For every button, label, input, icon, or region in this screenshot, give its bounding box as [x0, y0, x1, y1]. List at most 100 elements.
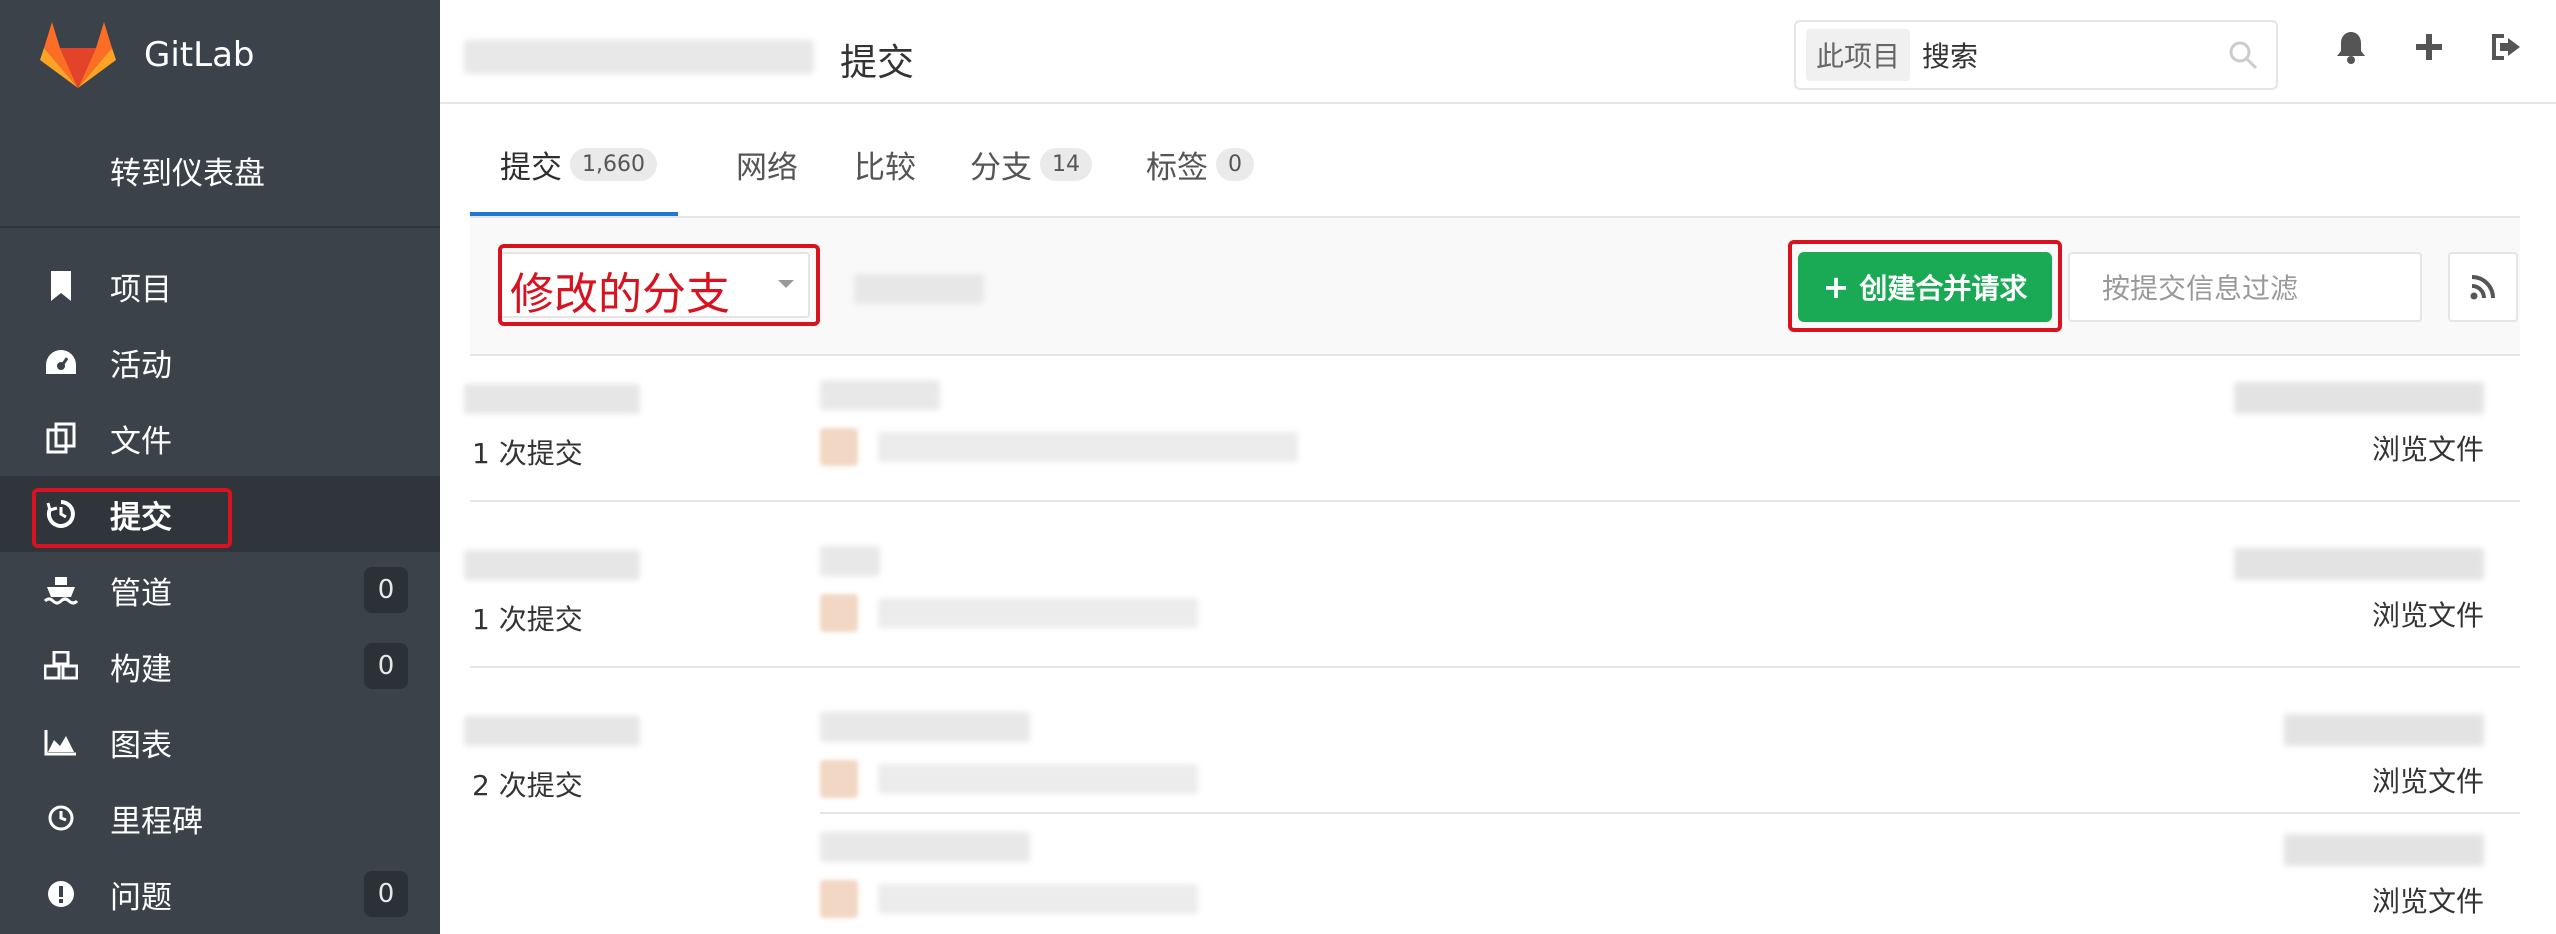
dashboard-icon	[44, 345, 78, 379]
commit-count: 1 次提交	[472, 603, 583, 636]
search-input[interactable]: 搜索	[1922, 35, 1978, 75]
commit-row[interactable]: 浏览文件	[820, 372, 2520, 482]
sidebar-item-label: 图表	[110, 727, 172, 764]
commit-title-redacted	[820, 832, 1030, 862]
date-redacted	[464, 550, 640, 580]
avatar	[820, 428, 858, 466]
page-title: 提交	[840, 41, 914, 84]
sidebar-divider	[0, 226, 440, 228]
main-content: 提交 此项目 搜索 提交 1,660 网络 比较 分支 14 标签 0 修改的分…	[440, 0, 2556, 934]
sidebar-item-milestones[interactable]: 里程碑	[0, 780, 440, 856]
tab-label: 网络	[736, 150, 798, 186]
date-redacted	[464, 716, 640, 746]
gitlab-logo-icon	[40, 22, 116, 88]
sidebar-item-label: 问题	[110, 879, 172, 916]
annotation-highlight-commits	[32, 488, 232, 548]
tab-label: 标签	[1146, 150, 1208, 186]
tab-badge: 14	[1040, 148, 1092, 181]
tab-badge: 1,660	[570, 148, 657, 181]
commits-filter-bar: 修改的分支 + 创建合并请求 按提交信息过滤	[470, 218, 2520, 356]
ship-icon	[44, 573, 78, 607]
sidebar-item-label: 管道	[110, 575, 172, 612]
go-to-dashboard-link[interactable]: 转到仪表盘	[110, 148, 265, 193]
sidebar-item-issues[interactable]: 问题 0	[0, 856, 440, 932]
commit-title-redacted	[820, 712, 1030, 742]
commit-row[interactable]: 浏览文件	[820, 704, 2520, 814]
area-chart-icon	[44, 725, 78, 759]
sidebar: GitLab 转到仪表盘 项目 活动 文件 提交 管道 0 构建 0 图表 里程…	[0, 0, 440, 934]
commit-sha-redacted	[2284, 834, 2484, 866]
count-badge: 0	[364, 871, 408, 917]
avatar	[820, 880, 858, 918]
annotation-highlight-branch	[498, 244, 820, 326]
divider	[470, 666, 2520, 668]
plus-icon[interactable]	[2410, 28, 2448, 66]
commit-message-filter-input[interactable]: 按提交信息过滤	[2068, 252, 2422, 322]
sidebar-item-label: 里程碑	[110, 803, 203, 840]
bell-icon[interactable]	[2332, 28, 2370, 66]
commit-meta-redacted	[878, 598, 1198, 628]
commit-sha-redacted	[2234, 382, 2484, 414]
path-redacted	[854, 274, 984, 304]
count-badge: 0	[364, 643, 408, 689]
commit-sha-redacted	[2234, 548, 2484, 580]
sign-out-icon[interactable]	[2488, 28, 2526, 66]
count-badge: 0	[364, 567, 408, 613]
search-icon	[2229, 41, 2258, 70]
header-bar: 提交 此项目 搜索	[440, 0, 2556, 104]
sidebar-item-pipelines[interactable]: 管道 0	[0, 552, 440, 628]
sidebar-item-projects[interactable]: 项目	[0, 248, 440, 324]
files-icon	[44, 421, 78, 455]
sidebar-item-activity[interactable]: 活动	[0, 324, 440, 400]
active-tab-indicator	[470, 212, 678, 216]
commit-meta-redacted	[878, 432, 1298, 462]
clock-icon	[44, 801, 78, 835]
commit-meta-redacted	[878, 884, 1198, 914]
avatar	[820, 594, 858, 632]
date-redacted	[464, 384, 640, 414]
tab-compare[interactable]: 比较	[854, 142, 916, 187]
header-actions	[2332, 28, 2526, 66]
commit-sha-redacted	[2284, 714, 2484, 746]
tab-tags[interactable]: 标签 0	[1146, 142, 1254, 187]
avatar	[820, 760, 858, 798]
browse-files-link[interactable]: 浏览文件	[2372, 428, 2484, 468]
sidebar-nav: 项目 活动 文件 提交 管道 0 构建 0 图表 里程碑 问题 0	[0, 248, 440, 932]
rss-icon	[2470, 275, 2495, 300]
sub-nav-tabs: 提交 1,660 网络 比较 分支 14 标签 0	[470, 132, 2520, 218]
browse-files-link[interactable]: 浏览文件	[2372, 760, 2484, 800]
tab-label: 提交	[500, 150, 562, 186]
tab-commits[interactable]: 提交 1,660	[500, 142, 657, 187]
exclamation-circle-icon	[44, 877, 78, 911]
bookmark-icon	[44, 269, 78, 303]
commit-count: 2 次提交	[472, 769, 583, 802]
sidebar-item-label: 文件	[110, 423, 172, 460]
commit-row[interactable]: 浏览文件	[820, 538, 2520, 648]
breadcrumb-redacted	[464, 40, 814, 74]
sidebar-item-graphs[interactable]: 图表	[0, 704, 440, 780]
browse-files-link[interactable]: 浏览文件	[2372, 880, 2484, 920]
commit-count: 1 次提交	[472, 437, 583, 470]
brand-name: GitLab	[144, 35, 255, 75]
search-scope-label: 此项目	[1806, 29, 1911, 81]
tab-label: 比较	[854, 150, 916, 186]
sidebar-item-label: 活动	[110, 347, 172, 384]
tab-label: 分支	[970, 150, 1032, 186]
brand[interactable]: GitLab	[40, 20, 254, 90]
sidebar-item-label: 构建	[110, 651, 172, 688]
tab-branches[interactable]: 分支 14	[970, 142, 1092, 187]
tab-network[interactable]: 网络	[736, 142, 798, 187]
commit-row[interactable]: 浏览文件	[820, 824, 2520, 934]
divider	[470, 500, 2520, 502]
divider	[820, 812, 2520, 814]
search-box[interactable]: 此项目 搜索	[1794, 20, 2278, 90]
commit-meta-redacted	[878, 764, 1198, 794]
commit-title-redacted	[820, 380, 940, 410]
sidebar-item-label: 项目	[110, 271, 172, 308]
commit-title-redacted	[820, 546, 880, 576]
cubes-icon	[44, 649, 78, 683]
rss-button[interactable]	[2448, 252, 2518, 322]
browse-files-link[interactable]: 浏览文件	[2372, 594, 2484, 634]
sidebar-item-files[interactable]: 文件	[0, 400, 440, 476]
sidebar-item-builds[interactable]: 构建 0	[0, 628, 440, 704]
